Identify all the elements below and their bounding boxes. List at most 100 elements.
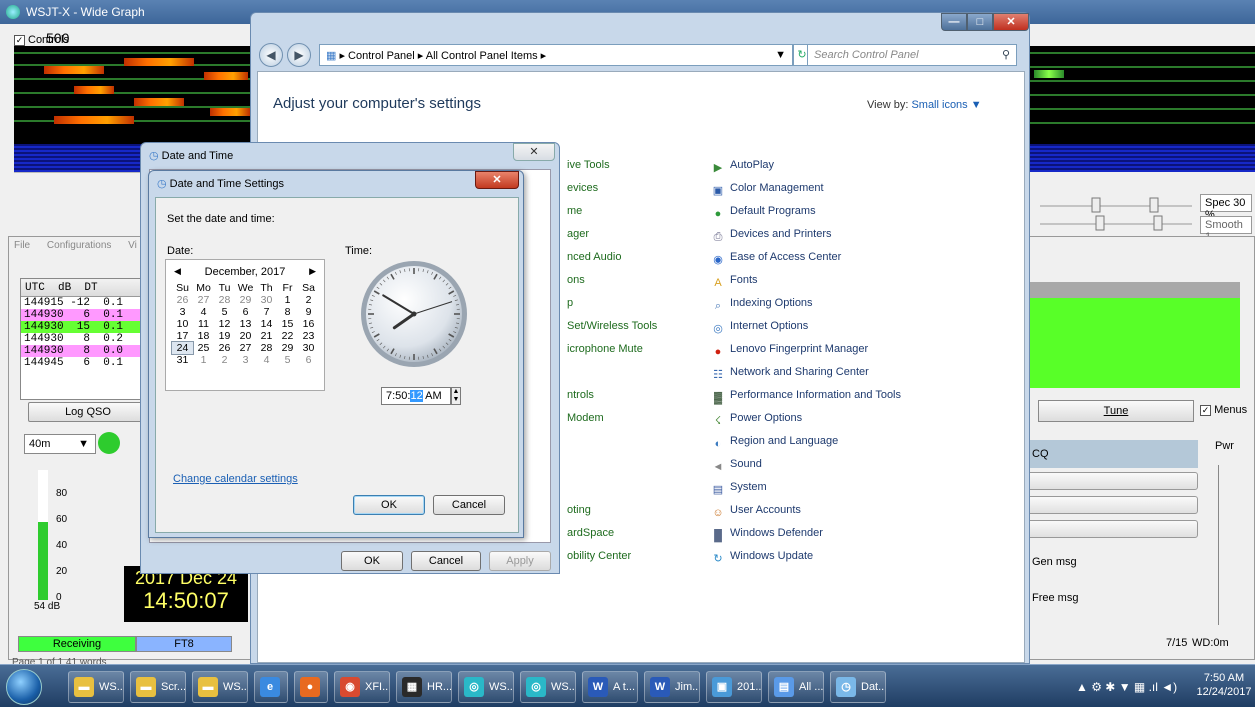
close-button[interactable]: ✕	[993, 13, 1029, 31]
control-panel-item[interactable]: ▓ Performance Information and Tools	[711, 389, 901, 405]
change-calendar-settings-link[interactable]: Change calendar settings	[173, 473, 298, 485]
cq-message[interactable]: CQ	[1026, 440, 1198, 468]
band-activity-list[interactable]: UTC dB DT 144915 -12 0.1 144930 6 0.1 1449…	[20, 278, 146, 400]
tx-message-field[interactable]	[1026, 472, 1198, 490]
calendar-day[interactable]: 3	[235, 354, 256, 366]
waterfall-left[interactable]	[14, 46, 250, 172]
calendar-day[interactable]: 13	[235, 318, 256, 330]
log-qso-button[interactable]: Log QSO	[28, 402, 148, 422]
back-arrow-icon[interactable]: ◀	[259, 43, 283, 67]
control-panel-item[interactable]: ◎ Internet Options	[711, 320, 808, 336]
taskbar-clock[interactable]: 7:50 AM 12/24/2017	[1196, 671, 1252, 699]
taskbar-item[interactable]: ▤ All ...	[768, 671, 824, 703]
control-panel-item[interactable]: ◄ Sound	[711, 458, 762, 474]
close-button[interactable]: ✕	[513, 143, 555, 161]
taskbar-item[interactable]: ●	[294, 671, 328, 703]
control-panel-item[interactable]: ive Tools	[567, 159, 610, 171]
chevron-down-icon[interactable]: ▼	[971, 99, 982, 111]
calendar-day[interactable]: 27	[193, 294, 214, 306]
calendar-day[interactable]: 17	[172, 330, 193, 342]
calendar-day[interactable]: 6	[298, 354, 319, 366]
chevron-down-icon[interactable]: ▼	[775, 49, 786, 61]
calendar-day[interactable]: 15	[277, 318, 298, 330]
control-panel-item[interactable]: ardSpace	[567, 527, 614, 539]
apply-button[interactable]: Apply	[489, 551, 551, 571]
breadcrumb-control-panel[interactable]: Control Panel	[348, 50, 415, 62]
calendar-day[interactable]: 3	[172, 306, 193, 318]
time-spinner[interactable]: ▲ ▼	[451, 387, 461, 405]
control-panel-item[interactable]: ▣ Color Management	[711, 182, 824, 198]
ok-button[interactable]: OK	[341, 551, 403, 571]
calendar-month[interactable]: December, 2017	[166, 266, 324, 278]
calendar-day[interactable]: 11	[193, 318, 214, 330]
control-panel-item[interactable]: ager	[567, 228, 589, 240]
taskbar-item[interactable]: ▬ WS...	[68, 671, 124, 703]
control-panel-item[interactable]: ☷ Network and Sharing Center	[711, 366, 869, 382]
calendar-day[interactable]: 2	[298, 294, 319, 306]
spec-percent-spinbox[interactable]: Spec 30 %	[1200, 194, 1252, 221]
close-button[interactable]: ✕	[475, 171, 519, 189]
menu-file[interactable]: File	[14, 240, 30, 251]
minimize-button[interactable]: —	[941, 13, 967, 31]
decode-row[interactable]: 144930 6 0.1	[21, 309, 145, 321]
control-panel-item[interactable]: ◉ Ease of Access Center	[711, 251, 841, 267]
taskbar-item[interactable]: ◎ WS...	[458, 671, 514, 703]
calendar-day[interactable]: 1	[277, 294, 298, 306]
control-panel-item[interactable]: ◐ Region and Language	[711, 435, 839, 451]
spin-up-icon[interactable]: ▲	[453, 388, 460, 395]
taskbar-item[interactable]: ▣ 201...	[706, 671, 762, 703]
control-panel-item[interactable]: ntrols	[567, 389, 594, 401]
calendar-day[interactable]: 22	[277, 330, 298, 342]
taskbar-item[interactable]: ▦ HR...	[396, 671, 452, 703]
forward-arrow-icon[interactable]: ▶	[287, 43, 311, 67]
time-input[interactable]: 7:50:12 AM	[381, 387, 451, 405]
calendar-day[interactable]: 4	[193, 306, 214, 318]
calendar-day[interactable]: 1	[193, 354, 214, 366]
calendar-day[interactable]: 26	[172, 294, 193, 306]
tx-message-field[interactable]	[1026, 520, 1198, 538]
taskbar-item[interactable]: ◎ WS...	[520, 671, 576, 703]
taskbar-item[interactable]: e	[254, 671, 288, 703]
power-slider[interactable]	[1218, 465, 1228, 625]
band-select[interactable]: 40m ▼	[24, 434, 96, 454]
decode-row[interactable]: 144945 6 0.1	[21, 357, 145, 369]
search-input[interactable]: Search Control Panel ⚲	[807, 44, 1017, 66]
control-panel-item[interactable]: icrophone Mute	[567, 343, 643, 355]
control-panel-item[interactable]: ons	[567, 274, 585, 286]
control-panel-item[interactable]: ⌕ Indexing Options	[711, 297, 813, 313]
calendar-day[interactable]: 23	[298, 330, 319, 342]
calendar-day[interactable]: 12	[214, 318, 235, 330]
control-panel-item[interactable]: nced Audio	[567, 251, 621, 263]
menu-configurations[interactable]: Configurations	[47, 240, 111, 251]
maximize-button[interactable]: □	[967, 13, 993, 31]
calendar-day[interactable]: 14	[256, 318, 277, 330]
calendar-day[interactable]: 25	[193, 342, 214, 354]
control-panel-item[interactable]: Modem	[567, 412, 604, 424]
smooth-spinbox[interactable]: Smooth 1	[1200, 216, 1252, 243]
taskbar-item[interactable]: ◉ XFI...	[334, 671, 390, 703]
control-panel-item[interactable]: me	[567, 205, 582, 217]
calendar-day[interactable]: 28	[214, 294, 235, 306]
spin-down-icon[interactable]: ▼	[453, 396, 460, 403]
date-and-time-titlebar[interactable]: ◷ Date and Time	[149, 149, 233, 162]
view-by-value[interactable]: Small icons	[911, 99, 967, 111]
calendar-day[interactable]: 5	[277, 354, 298, 366]
start-button[interactable]	[6, 669, 42, 705]
breadcrumb-all-items[interactable]: All Control Panel Items	[426, 50, 538, 62]
menu-view[interactable]: Vi	[128, 240, 137, 251]
calendar[interactable]: ◀ December, 2017 ▶ Su Mo Tu We Th Fr Sa 26 27 28 2…	[165, 259, 325, 391]
waterfall-right[interactable]	[1030, 46, 1255, 172]
calendar-day[interactable]: 19	[214, 330, 235, 342]
calendar-day-selected[interactable]: 24	[171, 341, 194, 355]
decode-row[interactable]: 144930 15 0.1	[21, 321, 145, 333]
control-panel-item[interactable]: ☺ User Accounts	[711, 504, 801, 520]
calendar-day[interactable]: 8	[277, 306, 298, 318]
calendar-day[interactable]: 26	[214, 342, 235, 354]
wsjtx-menu-bar[interactable]: File Configurations Vi	[14, 240, 151, 251]
taskbar-item[interactable]: ▬ WS...	[192, 671, 248, 703]
calendar-day[interactable]: 4	[256, 354, 277, 366]
taskbar-item[interactable]: ◷ Dat...	[830, 671, 886, 703]
control-panel-item[interactable]: ⎙ Devices and Printers	[711, 228, 832, 244]
control-panel-item[interactable]: █ Windows Defender	[711, 527, 823, 543]
control-panel-item[interactable]: ↻ Windows Update	[711, 550, 813, 566]
